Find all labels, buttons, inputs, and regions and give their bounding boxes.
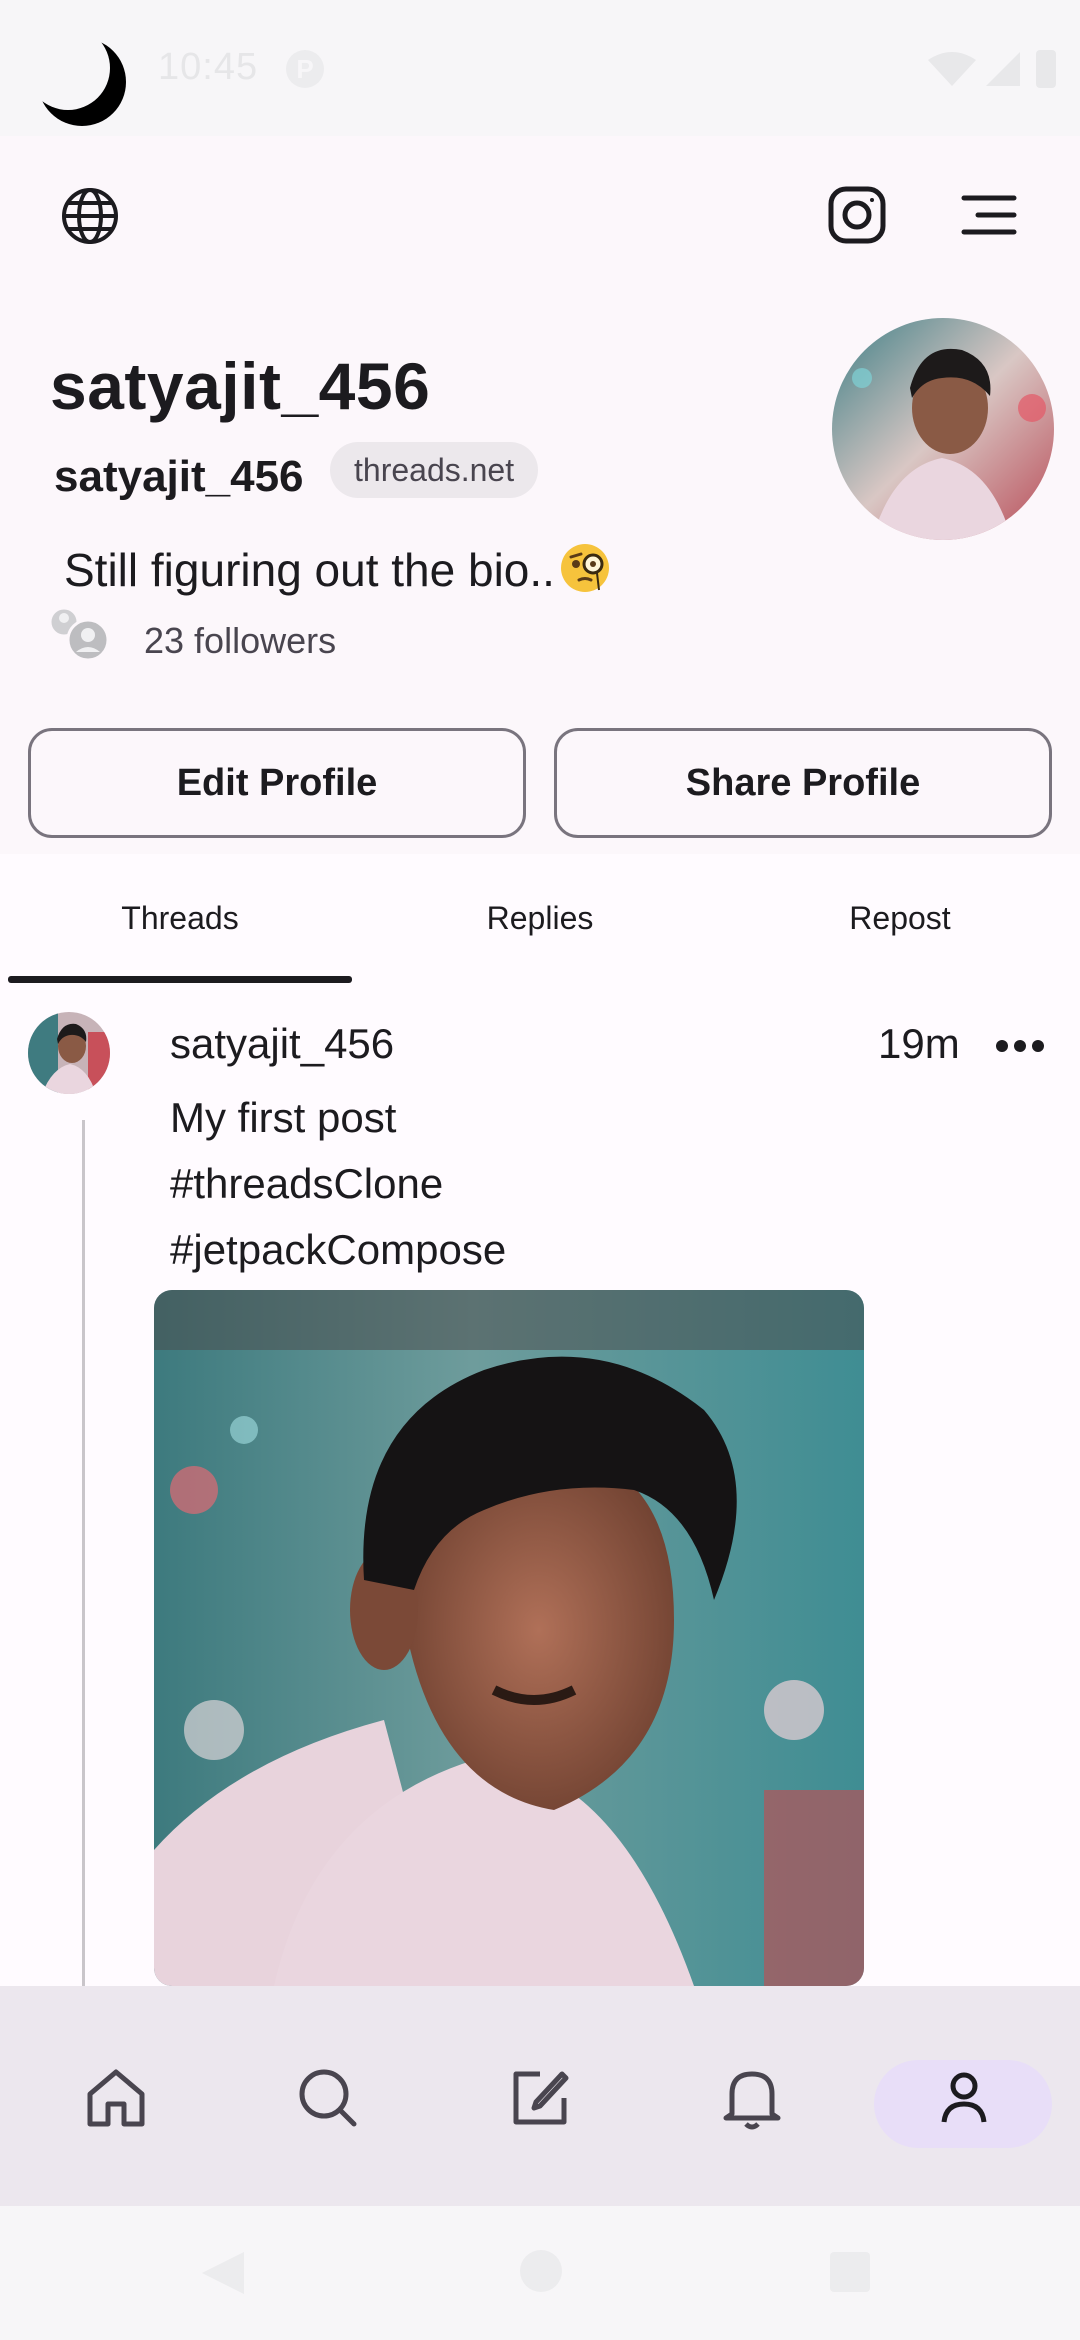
share-profile-button[interactable]: Share Profile [554,728,1052,838]
profile-bio: Still figuring out the bio.. [64,542,611,597]
active-tab-indicator [8,976,352,983]
profile-username: satyajit_456 [54,452,304,501]
follower-avatars-icon [48,606,110,662]
profile-display-name: satyajit_456 [50,349,431,423]
tab-threads[interactable]: Threads [0,854,360,982]
profile-tabs: Threads Replies Repost [0,854,1080,982]
post-time: 19m [878,1020,960,1067]
post-text-line: My first post [170,1094,397,1141]
tab-replies[interactable]: Replies [360,854,720,982]
profile-header: satyajit_456 satyajit_456 threads.net St… [0,136,1080,854]
post-avatar[interactable] [28,1012,110,1094]
compose-icon[interactable] [500,2058,580,2138]
notification-icon: P [286,50,324,88]
globe-icon[interactable] [58,184,122,248]
post-hashtag[interactable]: #threadsClone [170,1160,443,1208]
recents-icon[interactable] [828,2250,872,2294]
back-icon[interactable] [196,2248,248,2298]
signal-wifi-battery-icons [928,50,1056,88]
status-bar: 10:45 P [0,0,1080,136]
home-circle-icon[interactable] [518,2248,564,2294]
domain-chip[interactable]: threads.net [330,442,539,498]
more-options-icon[interactable] [994,1036,1046,1056]
edit-profile-button[interactable]: Edit Profile [28,728,526,838]
post-hashtag[interactable]: #jetpackCompose [170,1226,506,1274]
profile-icon[interactable] [924,2058,1004,2138]
post-image[interactable] [154,1290,864,1986]
moon-icon [34,34,126,126]
bio-text: Still figuring out the bio.. [64,544,555,596]
monocle-face-emoji [560,544,609,592]
instagram-icon[interactable] [826,184,888,246]
bottom-navigation [0,1986,1080,2206]
followers-count[interactable]: 23 followers [144,620,336,662]
tab-repost[interactable]: Repost [720,854,1080,982]
status-time: 10:45 [158,46,259,88]
menu-icon[interactable] [960,190,1020,240]
search-icon[interactable] [288,2058,368,2138]
home-icon[interactable] [76,2058,156,2138]
profile-avatar[interactable] [832,318,1054,540]
system-navigation-bar [0,2206,1080,2340]
thread-line [82,1120,85,1986]
notifications-icon[interactable] [712,2058,792,2138]
post-username[interactable]: satyajit_456 [170,1020,394,1068]
